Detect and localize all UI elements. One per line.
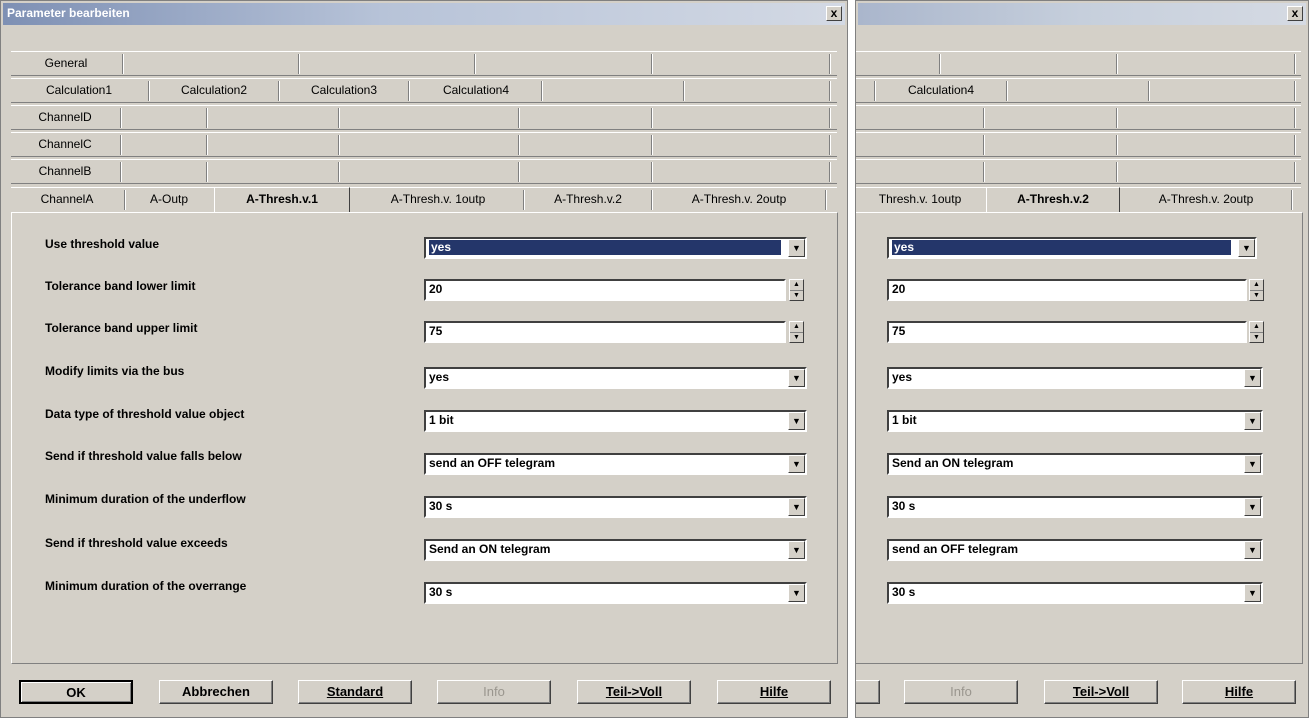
tab-a-thresh-v2[interactable]: A-Thresh.v.2 — [986, 187, 1120, 213]
tab-calculation2[interactable]: Calculation2 — [151, 79, 277, 102]
tab-row-6: ChannelA A-Outp A-Thresh.v.1 A-Thresh.v.… — [11, 187, 837, 213]
chevron-down-icon[interactable]: ▼ — [788, 412, 805, 430]
label-data-type: Data type of threshold value object — [45, 407, 245, 421]
lower-limit-input[interactable]: 20 — [887, 279, 1247, 301]
standard-button-partial[interactable] — [856, 680, 880, 704]
partial-full-button[interactable]: Teil->Voll — [1044, 680, 1158, 704]
close-icon[interactable]: x — [826, 6, 842, 21]
tab-channelc[interactable]: ChannelC — [11, 133, 119, 156]
title-bar: x — [858, 3, 1306, 25]
partial-full-button[interactable]: Teil->Voll — [577, 680, 691, 704]
chevron-down-icon[interactable]: ▼ — [788, 498, 805, 516]
tab-calculation3[interactable]: Calculation3 — [281, 79, 407, 102]
tab-row-3: ChannelD — [11, 105, 837, 130]
underflow-duration-select[interactable]: 30 s ▼ — [887, 496, 1263, 518]
label-lower-limit: Tolerance band lower limit — [45, 279, 196, 293]
chevron-down-icon[interactable]: ▼ — [1244, 412, 1261, 430]
label-falls-below: Send if threshold value falls below — [45, 449, 242, 463]
tab-row-6: Thresh.v. 1outp A-Thresh.v.2 A-Thresh.v.… — [856, 187, 1301, 213]
tab-general[interactable]: General — [11, 52, 121, 75]
help-button[interactable]: Hilfe — [1182, 680, 1296, 704]
label-upper-limit: Tolerance band upper limit — [45, 321, 198, 335]
chevron-down-icon[interactable]: ▼ — [788, 239, 805, 257]
up-down-arrows-icon[interactable]: ▲ ▼ — [789, 321, 804, 343]
tab-calculation4[interactable]: Calculation4 — [411, 79, 541, 102]
upper-limit-input[interactable]: 75 — [424, 321, 786, 343]
up-down-arrows-icon[interactable]: ▲ ▼ — [1249, 279, 1264, 301]
chevron-down-icon[interactable]: ▼ — [1244, 541, 1261, 559]
info-button[interactable]: Info — [437, 680, 551, 704]
tab-calculation1[interactable]: Calculation1 — [11, 79, 147, 102]
chevron-down-icon[interactable]: ▼ — [788, 541, 805, 559]
exceeds-select[interactable]: Send an ON telegram ▼ — [424, 539, 807, 561]
label-use-threshold: Use threshold value — [45, 237, 160, 251]
chevron-down-icon[interactable]: ▼ — [1244, 455, 1261, 473]
label-overrange-duration: Minimum duration of the overrange — [45, 579, 247, 593]
title-bar: Parameter bearbeiten x — [3, 3, 845, 25]
underflow-duration-select[interactable]: 30 s ▼ — [424, 496, 807, 518]
tab-channelb[interactable]: ChannelB — [11, 160, 119, 183]
ok-button[interactable]: OK — [19, 680, 133, 704]
tab-a-outp[interactable]: A-Outp — [127, 188, 211, 211]
tab-a-thresh-v2[interactable]: A-Thresh.v.2 — [526, 188, 650, 211]
exceeds-select[interactable]: send an OFF telegram ▼ — [887, 539, 1263, 561]
use-threshold-select[interactable]: yes ▼ — [887, 237, 1257, 259]
tab-channeld[interactable]: ChannelD — [11, 106, 119, 129]
data-type-select[interactable]: 1 bit ▼ — [887, 410, 1263, 432]
help-button[interactable]: Hilfe — [717, 680, 831, 704]
tab-channela[interactable]: ChannelA — [11, 188, 123, 211]
dialog-window-right: x Calculation4 Thresh.v. 1outp A-Thresh.… — [855, 0, 1309, 718]
chevron-down-icon[interactable]: ▼ — [788, 455, 805, 473]
label-exceeds: Send if threshold value exceeds — [45, 536, 228, 550]
tab-row-4: ChannelC — [11, 132, 837, 157]
tab-a-thresh-v2-outp[interactable]: A-Thresh.v. 2outp — [654, 188, 824, 211]
chevron-down-icon[interactable]: ▼ — [788, 584, 805, 602]
tab-a-thresh-v2-outp[interactable]: A-Thresh.v. 2outp — [1122, 188, 1290, 211]
modify-limits-select[interactable]: yes ▼ — [887, 367, 1263, 389]
falls-below-select[interactable]: Send an ON telegram ▼ — [887, 453, 1263, 475]
chevron-down-icon[interactable]: ▼ — [1244, 369, 1261, 387]
tab-row-1: General — [11, 51, 837, 76]
use-threshold-select[interactable]: yes ▼ — [424, 237, 807, 259]
overrange-duration-select[interactable]: 30 s ▼ — [887, 582, 1263, 604]
upper-limit-input[interactable]: 75 — [887, 321, 1247, 343]
tab-row-2: Calculation1 Calculation2 Calculation3 C… — [11, 78, 837, 103]
tab-a-thresh-v1[interactable]: A-Thresh.v.1 — [214, 187, 350, 213]
tab-row-2: Calculation4 — [856, 78, 1301, 103]
tab-calculation4[interactable]: Calculation4 — [877, 79, 1005, 102]
chevron-down-icon[interactable]: ▼ — [1244, 584, 1261, 602]
info-button[interactable]: Info — [904, 680, 1018, 704]
tab-row-4 — [856, 132, 1301, 157]
up-down-arrows-icon[interactable]: ▲ ▼ — [789, 279, 804, 301]
overrange-duration-select[interactable]: 30 s ▼ — [424, 582, 807, 604]
cancel-button[interactable]: Abbrechen — [159, 680, 273, 704]
chevron-down-icon[interactable]: ▼ — [788, 369, 805, 387]
data-type-select[interactable]: 1 bit ▼ — [424, 410, 807, 432]
chevron-down-icon[interactable]: ▼ — [1238, 239, 1255, 257]
dialog-window-left: Parameter bearbeiten x General Calculati… — [0, 0, 848, 718]
close-icon[interactable]: x — [1287, 6, 1303, 21]
modify-limits-select[interactable]: yes ▼ — [424, 367, 807, 389]
standard-button[interactable]: Standard — [298, 680, 412, 704]
label-underflow-duration: Minimum duration of the underflow — [45, 492, 246, 506]
chevron-down-icon[interactable]: ▼ — [1244, 498, 1261, 516]
falls-below-select[interactable]: send an OFF telegram ▼ — [424, 453, 807, 475]
lower-limit-input[interactable]: 20 — [424, 279, 786, 301]
up-down-arrows-icon[interactable]: ▲ ▼ — [1249, 321, 1264, 343]
tab-row-3 — [856, 105, 1301, 130]
tab-row-5 — [856, 159, 1301, 184]
label-modify-limits: Modify limits via the bus — [45, 364, 185, 378]
dialog-title: Parameter bearbeiten — [7, 6, 130, 20]
tab-row-1 — [856, 51, 1301, 76]
tab-a-thresh-v1-outp[interactable]: A-Thresh.v. 1outp — [353, 188, 523, 211]
tab-row-5: ChannelB — [11, 159, 837, 184]
tab-a-thresh-v1-outp[interactable]: Thresh.v. 1outp — [856, 188, 984, 211]
